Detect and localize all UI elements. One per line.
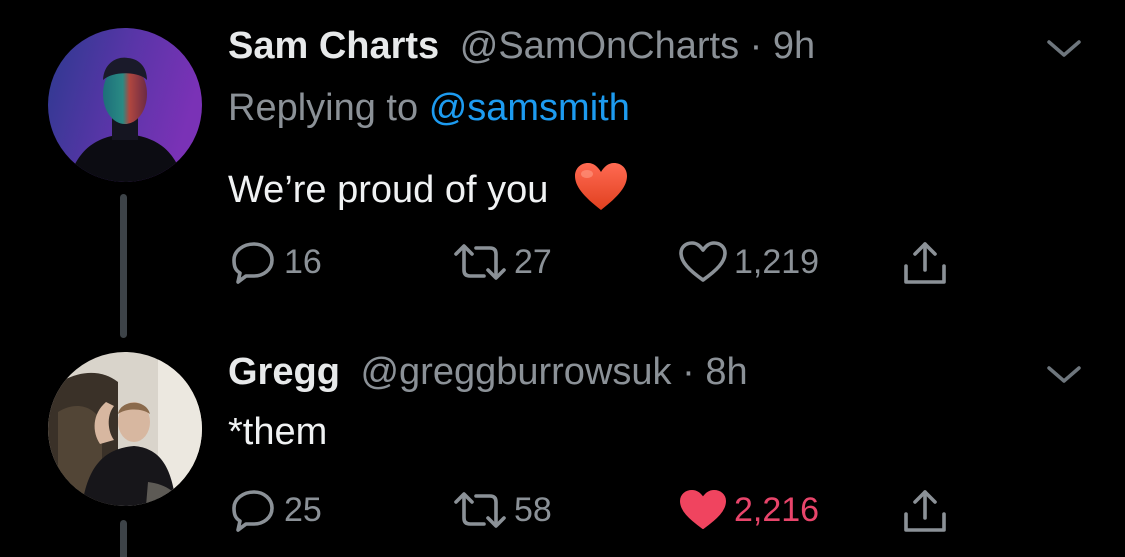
red-heart-emoji-icon [573, 162, 629, 222]
thread-connector-line [120, 194, 127, 338]
tweet-body: We’re proud of you [228, 169, 549, 211]
tweet-header: Sam Charts @SamOnCharts · 9h [228, 24, 815, 68]
avatar[interactable] [48, 352, 202, 506]
replying-to-handle-link[interactable]: @samsmith [429, 87, 630, 129]
like-button[interactable]: 2,216 [678, 488, 819, 532]
reply-count: 25 [284, 490, 322, 529]
avatar-gregg-image [48, 352, 202, 506]
reply-count: 16 [284, 242, 322, 281]
reply-icon [232, 490, 274, 532]
avatar[interactable] [48, 28, 202, 182]
chevron-down-icon[interactable] [1046, 364, 1082, 386]
reply-button[interactable]: 25 [230, 488, 322, 532]
separator-dot: · [749, 25, 763, 67]
retweet-count: 58 [514, 490, 552, 529]
user-handle[interactable]: @SamOnCharts [460, 25, 739, 67]
retweet-button[interactable]: 27 [452, 240, 552, 284]
thread-connector-line [120, 520, 127, 557]
replying-to-label: Replying to [228, 87, 419, 129]
display-name[interactable]: Sam Charts [228, 25, 439, 67]
chevron-down-icon[interactable] [1046, 38, 1082, 60]
timestamp[interactable]: 8h [705, 351, 747, 393]
share-icon [904, 242, 946, 284]
tweet-header: Gregg @greggburrowsuk · 8h [228, 350, 748, 394]
retweet-button[interactable]: 58 [452, 488, 552, 532]
separator-dot: · [682, 351, 695, 393]
retweet-icon [454, 244, 506, 280]
user-handle[interactable]: @greggburrowsuk [360, 351, 671, 393]
timestamp[interactable]: 9h [773, 25, 815, 67]
retweet-count: 27 [514, 242, 552, 281]
reply-thread: Sam Charts @SamOnCharts · 9h Replying to… [0, 0, 1125, 557]
share-button[interactable] [900, 486, 956, 536]
like-button[interactable]: 1,219 [678, 240, 819, 284]
share-button[interactable] [900, 238, 956, 288]
avatar-sam-charts-image [48, 28, 202, 182]
share-icon [904, 490, 946, 532]
tweet-text: We’re proud of you [228, 162, 629, 222]
tweet-body: *them [228, 411, 328, 453]
heart-icon [680, 490, 726, 529]
like-count: 2,216 [734, 490, 820, 529]
reply-button[interactable]: 16 [230, 240, 322, 284]
like-count: 1,219 [734, 242, 820, 281]
heart-icon [679, 241, 727, 282]
display-name[interactable]: Gregg [228, 351, 340, 393]
retweet-icon [454, 492, 506, 528]
reply-icon [232, 242, 274, 284]
tweet-text: *them [228, 410, 327, 454]
replying-to: Replying to @samsmith [228, 86, 630, 130]
